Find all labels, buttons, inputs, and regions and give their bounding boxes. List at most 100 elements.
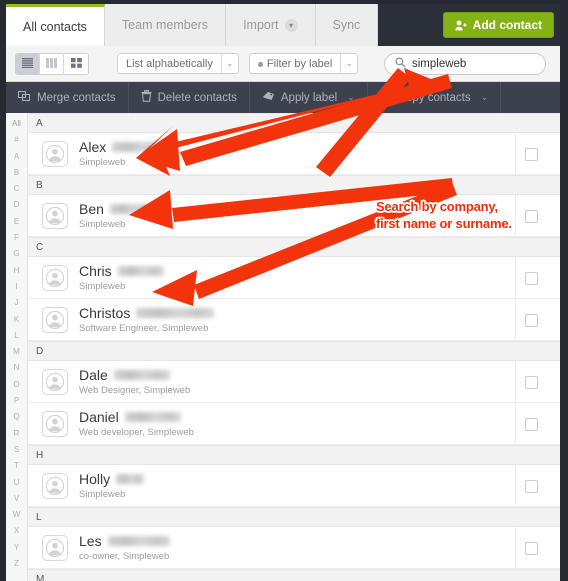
contact-text: DanielWeb developer, Simpleweb [79, 410, 194, 438]
row-divider [515, 403, 516, 444]
list-view-button[interactable] [16, 54, 40, 74]
alpha-index-n[interactable]: N [14, 360, 20, 376]
tab-import[interactable]: Import▾ [226, 4, 315, 46]
alpha-index-z[interactable]: Z [14, 556, 19, 572]
alpha-index-all[interactable]: All [12, 116, 21, 132]
avatar [42, 307, 68, 333]
add-contact-button[interactable]: Add contact [443, 12, 554, 38]
action-delete-contacts[interactable]: Delete contacts [129, 82, 250, 113]
alpha-index-t[interactable]: T [14, 458, 19, 474]
alpha-index-a[interactable]: A [14, 149, 19, 165]
chevron-down-icon[interactable]: ⌄ [481, 92, 489, 103]
contact-row[interactable]: BenSimpleweb [28, 195, 560, 237]
contact-select-checkbox[interactable] [525, 210, 538, 223]
contact-row[interactable]: Alex Simpleweb [28, 133, 560, 175]
action-apply-label[interactable]: Apply label⌄ [250, 82, 368, 113]
tab-team-members[interactable]: Team members [105, 4, 226, 46]
alpha-index-h[interactable]: H [14, 263, 20, 279]
alpha-index-j[interactable]: J [15, 295, 19, 311]
contact-select-checkbox[interactable] [525, 272, 538, 285]
alpha-index-b[interactable]: B [14, 165, 19, 181]
chevron-down-icon[interactable]: ⌄ [347, 92, 355, 103]
contact-row[interactable]: Lesco-owner, Simpleweb [28, 527, 560, 569]
avatar [42, 473, 68, 499]
chevron-down-icon[interactable]: ⌄ [221, 54, 238, 73]
alpha-index-r[interactable]: R [14, 426, 20, 442]
alpha-index-m[interactable]: M [13, 344, 20, 360]
alpha-index-d[interactable]: D [14, 197, 20, 213]
filter-by-label-select[interactable]: Filter by label ⌄ [249, 53, 358, 74]
action-copy-contacts[interactable]: Copy contacts⌄ [368, 82, 501, 113]
contact-subtitle: Simpleweb [79, 489, 144, 500]
contact-subtitle: Software Engineer, Simpleweb [79, 323, 214, 334]
alpha-index-c[interactable]: C [14, 181, 20, 197]
tab-bar: All contactsTeam membersImport▾Sync Add … [6, 4, 560, 46]
contact-first-name: Christos [79, 306, 130, 321]
contact-name: Les [79, 534, 170, 549]
chevron-down-icon[interactable]: ⌄ [340, 54, 357, 73]
row-divider [515, 257, 516, 298]
contact-surname-redacted [118, 266, 164, 276]
alpha-index-g[interactable]: G [13, 246, 19, 262]
alpha-index-i[interactable]: I [15, 279, 17, 295]
contact-surname-redacted [112, 142, 168, 152]
alpha-index-k[interactable]: K [14, 312, 19, 328]
alpha-index-w[interactable]: W [13, 507, 21, 523]
grid-view-button[interactable] [64, 54, 88, 74]
row-divider [515, 527, 516, 568]
section-letter: A [36, 118, 43, 129]
alpha-index-s[interactable]: S [14, 442, 19, 458]
alpha-index-f[interactable]: F [14, 230, 19, 246]
contact-subtitle: Web Designer, Simpleweb [79, 385, 190, 396]
alpha-index-q[interactable]: Q [13, 409, 19, 425]
alphabet-index-rail[interactable]: All#ABCDEFGHIJKLMNOPQRSTUVWXYZ [6, 113, 28, 581]
tab-sync[interactable]: Sync [316, 4, 379, 46]
contact-select-checkbox[interactable] [525, 418, 538, 431]
contact-row[interactable]: DaleWeb Designer, Simpleweb [28, 361, 560, 403]
alpha-index-hash[interactable]: # [14, 132, 18, 148]
contact-row[interactable]: HollySimpleweb [28, 465, 560, 507]
alpha-index-u[interactable]: U [14, 475, 20, 491]
contact-row[interactable]: ChrisSimpleweb [28, 257, 560, 299]
contact-text: Lesco-owner, Simpleweb [79, 534, 170, 562]
contact-select-checkbox[interactable] [525, 480, 538, 493]
avatar [42, 535, 68, 561]
alpha-index-o[interactable]: O [13, 377, 19, 393]
contact-surname-redacted [110, 204, 154, 214]
contact-subtitle: Simpleweb [79, 157, 168, 168]
contact-list[interactable]: AAlexSimplewebBBenSimplewebCChrisSimplew… [28, 113, 560, 581]
column-view-button[interactable] [40, 54, 64, 74]
contact-surname-redacted [108, 536, 170, 546]
row-divider [515, 299, 516, 340]
contact-text: Christos Software Engineer, Simpleweb [79, 306, 214, 334]
section-header-b: B [28, 175, 560, 195]
tab-list: All contactsTeam membersImport▾Sync [6, 4, 378, 46]
contact-text: HollySimpleweb [79, 472, 144, 500]
section-header-a: A [28, 113, 560, 133]
contact-first-name: Ben [79, 202, 104, 217]
contact-row[interactable]: DanielWeb developer, Simpleweb [28, 403, 560, 445]
alpha-index-v[interactable]: V [14, 491, 19, 507]
search-input[interactable] [412, 58, 542, 70]
alpha-index-p[interactable]: P [14, 393, 19, 409]
alpha-index-y[interactable]: Y [14, 540, 19, 556]
avatar [42, 369, 68, 395]
contact-first-name: Les [79, 534, 102, 549]
alpha-index-e[interactable]: E [14, 214, 19, 230]
sort-order-select[interactable]: List alphabetically ⌄ [117, 53, 239, 74]
row-divider [515, 361, 516, 402]
search-box[interactable] [384, 53, 546, 75]
contact-select-checkbox[interactable] [525, 376, 538, 389]
alpha-index-x[interactable]: X [14, 523, 19, 539]
tab-all-contacts[interactable]: All contacts [6, 4, 105, 46]
contact-select-checkbox[interactable] [525, 148, 538, 161]
chevron-down-icon[interactable]: ▾ [285, 19, 298, 32]
action-merge-contacts[interactable]: Merge contacts [6, 82, 129, 113]
contact-select-checkbox[interactable] [525, 542, 538, 555]
contact-row[interactable]: Christos Software Engineer, Simpleweb [28, 299, 560, 341]
contact-first-name: Alex [79, 140, 106, 155]
avatar [42, 265, 68, 291]
alpha-index-l[interactable]: L [14, 328, 18, 344]
section-letter: H [36, 450, 43, 461]
contact-select-checkbox[interactable] [525, 314, 538, 327]
